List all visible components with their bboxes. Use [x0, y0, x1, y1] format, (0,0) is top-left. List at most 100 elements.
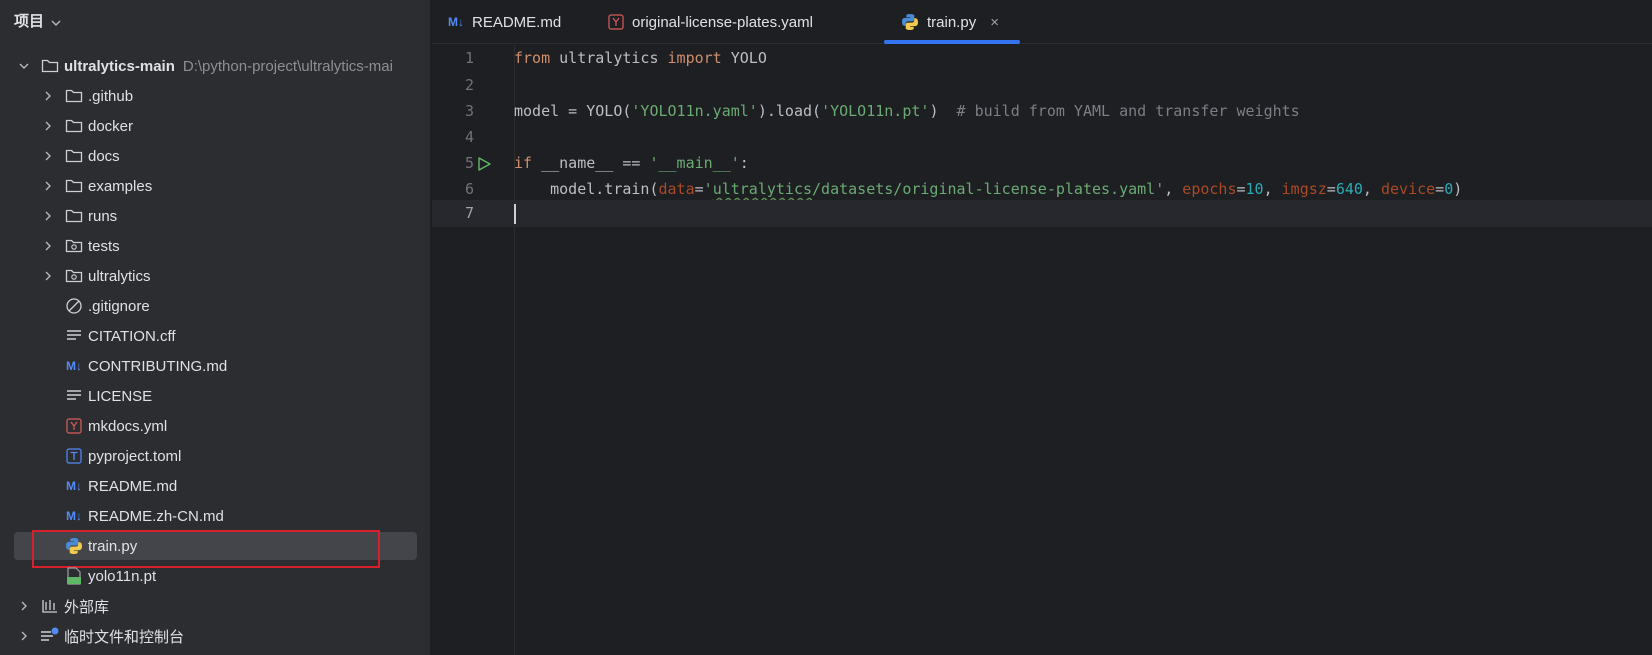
tree-item-label: 临时文件和控制台 — [64, 628, 185, 646]
chevron-right-icon[interactable] — [18, 630, 30, 642]
tree-item-readme[interactable]: M↓ README.md — [0, 471, 431, 501]
folder-icon — [64, 176, 84, 196]
keyword: from — [514, 49, 551, 67]
yaml-icon — [608, 14, 624, 30]
param-name: device — [1380, 180, 1436, 198]
tree-item-readme-zh[interactable]: M↓ README.zh-CN.md — [0, 501, 431, 531]
code-text: , — [1362, 180, 1381, 198]
number-literal: 0 — [1444, 180, 1454, 198]
tree-item-citation[interactable]: CITATION.cff — [0, 321, 431, 351]
chevron-right-icon[interactable] — [42, 90, 54, 102]
code-text: = — [694, 180, 704, 198]
tree-item-yolo11n-pt[interactable]: yolo11n.pt — [0, 561, 431, 591]
tree-item-runs[interactable]: runs — [0, 201, 431, 231]
chevron-right-icon[interactable] — [42, 180, 54, 192]
tree-item-label: yolo11n.pt — [88, 567, 157, 585]
code-text: = — [1236, 180, 1246, 198]
chevron-down-icon[interactable] — [50, 16, 61, 26]
code-line[interactable]: 5 if __name__ == '__main__': — [432, 150, 1652, 177]
code-line[interactable]: 2 — [432, 72, 1652, 99]
markdown-icon: M↓ — [66, 509, 82, 523]
tab-readme[interactable]: M↓ README.md — [448, 0, 561, 44]
line-number: 7 — [464, 204, 474, 222]
text-cursor — [514, 204, 516, 224]
line-number: 4 — [464, 128, 474, 146]
folder-icon — [64, 86, 84, 106]
tree-item-train-py[interactable]: train.py — [0, 530, 431, 568]
chevron-right-icon[interactable] — [42, 240, 54, 252]
tree-item-contributing[interactable]: M↓ CONTRIBUTING.md — [0, 351, 431, 381]
code-text: ) — [929, 102, 957, 120]
tab-train-py[interactable]: train.py × — [884, 0, 1020, 44]
project-panel-title: 项目 — [14, 13, 45, 30]
chevron-right-icon[interactable] — [42, 210, 54, 222]
tree-item-label: .github — [88, 87, 134, 105]
tree-item-docker[interactable]: docker — [0, 111, 431, 141]
code-comment: # build from YAML and transfer weights — [956, 102, 1300, 120]
chevron-right-icon[interactable] — [42, 150, 54, 162]
code-line[interactable]: 4 — [432, 124, 1652, 151]
tree-item-ultralytics[interactable]: ultralytics — [0, 261, 431, 291]
tree-item-mkdocs[interactable]: mkdocs.yml — [0, 411, 431, 441]
folder-icon — [64, 146, 84, 166]
tree-item-label: train.py — [88, 537, 138, 555]
tab-original-license-plates[interactable]: original-license-plates.yaml — [608, 0, 813, 44]
number-literal: 640 — [1335, 180, 1363, 198]
markdown-icon: M↓ — [66, 479, 82, 493]
tree-item-pyproject[interactable]: pyproject.toml — [0, 441, 431, 471]
tree-item-scratches[interactable]: 临时文件和控制台 — [0, 621, 431, 651]
tree-item-label: tests — [88, 237, 120, 255]
line-number: 6 — [464, 180, 474, 198]
code-text: : — [739, 154, 749, 172]
tree-item-docs[interactable]: docs — [0, 141, 431, 171]
tree-item-external-libraries[interactable]: 外部库 — [0, 591, 431, 621]
tree-item-github[interactable]: .github — [0, 81, 431, 111]
tab-label: train.py — [927, 13, 977, 31]
code-text: = — [1326, 180, 1336, 198]
tree-item-label: LICENSE — [88, 387, 153, 405]
folder-icon — [64, 206, 84, 226]
ignore-file-icon — [64, 296, 84, 316]
tree-item-tests[interactable]: tests — [0, 231, 431, 261]
code-text: , — [1263, 180, 1282, 198]
tree-item-label: docs — [88, 147, 120, 165]
code-line[interactable]: 1 from ultralytics import YOLO — [432, 45, 1652, 72]
string-literal: 'YOLO11n.pt' — [821, 102, 930, 120]
close-icon[interactable]: × — [990, 14, 999, 31]
tree-item-label: .gitignore — [88, 297, 150, 315]
tree-item-label: mkdocs.yml — [88, 417, 168, 435]
tree-item-label: ultralytics-main — [64, 57, 175, 75]
tree-item-ultralytics-main[interactable]: ultralytics-main D:\python-project\ultral… — [0, 51, 431, 81]
code-line-current[interactable]: 7 — [432, 200, 1652, 227]
chevron-down-icon[interactable] — [18, 60, 30, 72]
param-name: imgsz — [1281, 180, 1327, 198]
folder-icon — [40, 56, 60, 76]
active-tab-indicator — [884, 40, 1020, 44]
project-panel-header[interactable]: 项目 — [0, 0, 430, 41]
line-number: 2 — [464, 76, 474, 94]
python-icon — [64, 536, 84, 556]
code-text: model = YOLO( — [514, 102, 632, 120]
library-icon — [40, 596, 60, 616]
line-number: 3 — [464, 102, 474, 120]
tree-item-label: 外部库 — [64, 598, 110, 616]
tree-item-gitignore[interactable]: .gitignore — [0, 291, 431, 321]
tree-item-examples[interactable]: examples — [0, 171, 431, 201]
code-line[interactable]: 6 model.train(data='ultralytics/datasets… — [432, 176, 1652, 203]
tree-item-label: ultralytics — [88, 267, 151, 285]
tree-item-license[interactable]: LICENSE — [0, 381, 431, 411]
tree-item-label: README.zh-CN.md — [88, 507, 224, 525]
chevron-right-icon[interactable] — [42, 270, 54, 282]
chevron-right-icon[interactable] — [18, 600, 30, 612]
tree-item-label: examples — [88, 177, 153, 195]
chevron-right-icon[interactable] — [42, 120, 54, 132]
package-folder-icon — [64, 236, 84, 256]
tab-label: original-license-plates.yaml — [632, 13, 813, 31]
code-line[interactable]: 3 model = YOLO('YOLO11n.yaml').load('YOL… — [432, 98, 1652, 125]
line-number: 1 — [464, 49, 474, 67]
run-icon[interactable] — [476, 156, 492, 172]
scratches-icon — [40, 626, 60, 646]
code-text: YOLO — [721, 49, 767, 67]
code-text: = — [1435, 180, 1445, 198]
tree-item-label: runs — [88, 207, 118, 225]
